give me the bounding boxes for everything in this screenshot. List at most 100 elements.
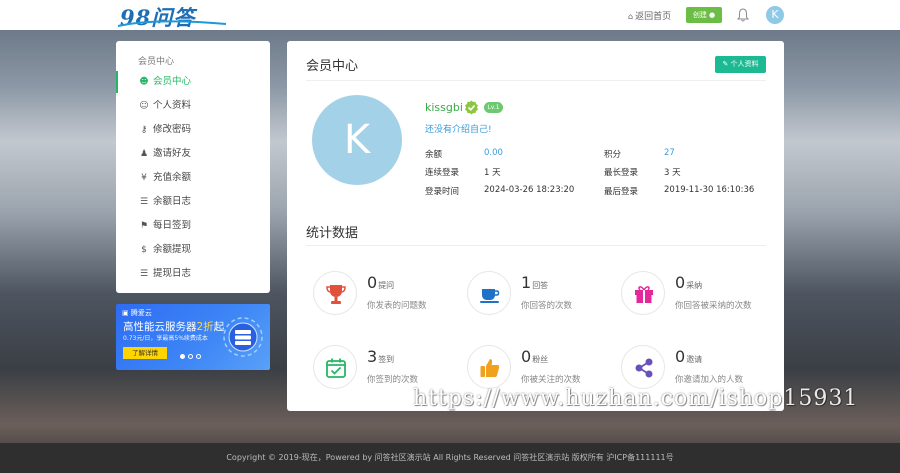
site-logo[interactable]: 98问答 <box>116 2 232 30</box>
sidebar-item-label: 充值余额 <box>153 172 192 183</box>
server-icon <box>223 317 263 357</box>
bell-icon[interactable] <box>737 8 749 22</box>
stat-label: 余额 <box>425 150 443 160</box>
sidebar-item-recharge[interactable]: ¥ 充值余额 <box>116 167 270 189</box>
stat-card-count: 3签到 <box>367 347 394 366</box>
create-button-label: 创建 <box>692 11 707 19</box>
stat-value: 2019-11-30 16:10:36 <box>664 185 755 195</box>
stat-label: 连续登录 <box>425 168 460 178</box>
user-circle-icon: ☻ <box>139 77 149 87</box>
stat-card-number: 0 <box>675 273 686 292</box>
home-link[interactable]: ⌂ 返回首页 <box>628 9 671 22</box>
stat-card-icon-circle <box>621 271 665 315</box>
profile-avatar[interactable]: K <box>312 95 402 185</box>
sidebar-item-member-center[interactable]: ☻ 会员中心 <box>116 71 270 93</box>
sidebar-item-password[interactable]: ⚷ 修改密码 <box>116 119 270 141</box>
stat-card-questions[interactable]: 0提问 你发表的问题数 <box>313 271 463 321</box>
signpost-icon: ⚑ <box>139 221 149 231</box>
sidebar-heading: 会员中心 <box>138 57 175 67</box>
ad-banner[interactable]: ▣ 腾爱云 高性能云服务器2折起 0.73元/日，享最高5%续费成本 了解详情 <box>116 304 270 370</box>
user-icon: ☺ <box>139 101 149 111</box>
sidebar-item-withdraw[interactable]: $ 余额提现 <box>116 239 270 261</box>
stat-card-accepted[interactable]: 0采纳 你回答被采纳的次数 <box>621 271 771 321</box>
stat-card-unit: 签到 <box>378 355 395 364</box>
stat-card-number: 3 <box>367 347 378 366</box>
list-icon: ☰ <box>139 197 149 207</box>
level-badge: Lv.1 <box>484 102 503 113</box>
divider <box>306 245 766 246</box>
top-navbar: 98问答 ⌂ 返回首页 创建 ● K <box>0 0 900 30</box>
sidebar-menu: 会员中心 ☻ 会员中心 ☺ 个人资料 ⚷ 修改密码 ♟ 邀请好友 ¥ 充值余额 ☰ 余额日志… <box>116 41 270 293</box>
divider <box>306 80 766 81</box>
stat-value: 27 <box>664 148 675 158</box>
sidebar-item-label: 邀请好友 <box>153 148 192 159</box>
logo-swoosh-icon <box>117 20 227 27</box>
stat-card-count: 0提问 <box>367 273 394 292</box>
ad-brand: ▣ 腾爱云 <box>122 309 152 317</box>
stat-card-count: 0邀请 <box>675 347 702 366</box>
sidebar-item-label: 修改密码 <box>153 124 192 135</box>
stat-label: 登录时间 <box>425 187 460 197</box>
stat-card-count: 1回答 <box>521 273 548 292</box>
thumbs-up-icon <box>480 359 500 377</box>
gift-icon <box>635 286 653 303</box>
stat-card-number: 0 <box>367 273 378 292</box>
key-icon: ⚷ <box>140 125 148 135</box>
stat-card-desc: 你回答被采纳的次数 <box>675 301 752 311</box>
stat-card-answers[interactable]: 1回答 你回答的次数 <box>467 271 617 321</box>
ad-subtitle: 0.73元/日，享最高5%续费成本 <box>123 335 208 342</box>
sidebar-item-label: 余额提现 <box>153 244 192 255</box>
yen-icon: ¥ <box>141 173 147 183</box>
username-link[interactable]: kissgbi <box>425 101 463 114</box>
stat-value: 1 天 <box>484 168 501 178</box>
cup-icon <box>480 289 500 303</box>
home-link-label: 返回首页 <box>635 12 672 22</box>
ad-title-highlight: 2折 <box>196 321 214 333</box>
sidebar-item-label: 每日签到 <box>153 220 192 231</box>
stat-card-icon-circle <box>467 271 511 315</box>
stat-card-unit: 提问 <box>378 281 395 290</box>
stat-card-unit: 回答 <box>532 281 549 290</box>
stat-card-unit: 采纳 <box>686 281 703 290</box>
stat-card-number: 0 <box>675 347 686 366</box>
ad-brand-text: 腾爱云 <box>130 309 152 317</box>
profile-button[interactable]: ✎ 个人资料 <box>715 56 766 73</box>
dollar-icon: $ <box>141 245 147 255</box>
sidebar-item-profile[interactable]: ☺ 个人资料 <box>116 95 270 117</box>
stat-card-desc: 你回答的次数 <box>521 301 573 311</box>
stat-card-icon-circle <box>467 345 511 389</box>
stat-card-icon-circle <box>621 345 665 389</box>
stats-section-title: 统计数据 <box>306 226 359 241</box>
ad-carousel-dots[interactable] <box>180 352 204 362</box>
stat-value: 0.00 <box>484 148 503 158</box>
verified-badge-icon <box>465 100 478 115</box>
trophy-icon <box>326 285 346 304</box>
footer-copyright: Copyright © 2019-现在，Powered by 问答社区演示站 A… <box>0 443 900 473</box>
sidebar-item-withdraw-log[interactable]: ☰ 提现日志 <box>116 263 270 285</box>
sidebar-item-label: 会员中心 <box>153 76 192 87</box>
sidebar-item-checkin[interactable]: ⚑ 每日签到 <box>116 215 270 237</box>
stat-card-desc: 你被关注的次数 <box>521 375 581 385</box>
stat-card-icon-circle <box>313 271 357 315</box>
stat-card-unit: 粉丝 <box>532 355 549 364</box>
list-icon: ☰ <box>139 269 149 279</box>
stat-card-count: 0采纳 <box>675 273 702 292</box>
create-button[interactable]: 创建 ● <box>686 7 722 23</box>
main-panel: 会员中心 ✎ 个人资料 K kissgbi Lv.1 还没有介绍自己! 余额 0… <box>287 41 784 411</box>
stat-value: 3 天 <box>664 168 681 178</box>
stat-card-icon-circle <box>313 345 357 389</box>
stat-card-number: 1 <box>521 273 532 292</box>
user-avatar[interactable]: K <box>766 6 784 24</box>
stat-card-unit: 邀请 <box>686 355 703 364</box>
home-icon: ⌂ <box>628 12 634 21</box>
stat-card-desc: 你发表的问题数 <box>367 301 427 311</box>
sidebar-item-balance-log[interactable]: ☰ 余额日志 <box>116 191 270 213</box>
user-bio[interactable]: 还没有介绍自己! <box>425 122 492 135</box>
sidebar-item-invite[interactable]: ♟ 邀请好友 <box>116 143 270 165</box>
calendar-check-icon <box>326 358 346 378</box>
share-icon <box>635 358 653 378</box>
ad-learn-more-button[interactable]: 了解详情 <box>123 347 167 359</box>
stat-label: 最长登录 <box>604 168 639 178</box>
ad-title-pre: 高性能云服务器 <box>123 321 197 333</box>
stat-value: 2024-03-26 18:23:20 <box>484 185 575 195</box>
